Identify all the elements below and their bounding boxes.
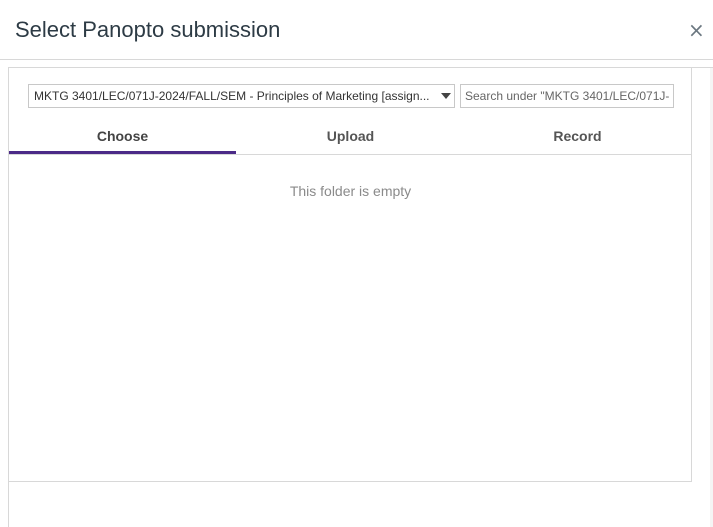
panopto-submission-dialog: Select Panopto submission × MKTG 3401/LE… [0,0,713,527]
dialog-header: Select Panopto submission × [0,0,713,60]
tab-choose[interactable]: Choose [9,122,236,154]
close-icon[interactable]: × [688,19,705,41]
empty-folder-message: This folder is empty [289,183,412,199]
folder-select-dropdown[interactable]: MKTG 3401/LEC/071J-2024/FALL/SEM - Princ… [28,84,455,108]
search-input[interactable] [460,84,674,108]
tab-record[interactable]: Record [464,122,691,154]
panopto-embed-frame: MKTG 3401/LEC/071J-2024/FALL/SEM - Princ… [9,68,692,482]
dialog-title: Select Panopto submission [15,17,281,42]
dropdown-arrow-icon [441,93,451,99]
tab-bar: Choose Upload Record [9,122,692,155]
tab-upload[interactable]: Upload [237,122,464,154]
dialog-body: MKTG 3401/LEC/071J-2024/FALL/SEM - Princ… [8,67,713,527]
folder-select-value: MKTG 3401/LEC/071J-2024/FALL/SEM - Princ… [34,89,430,103]
